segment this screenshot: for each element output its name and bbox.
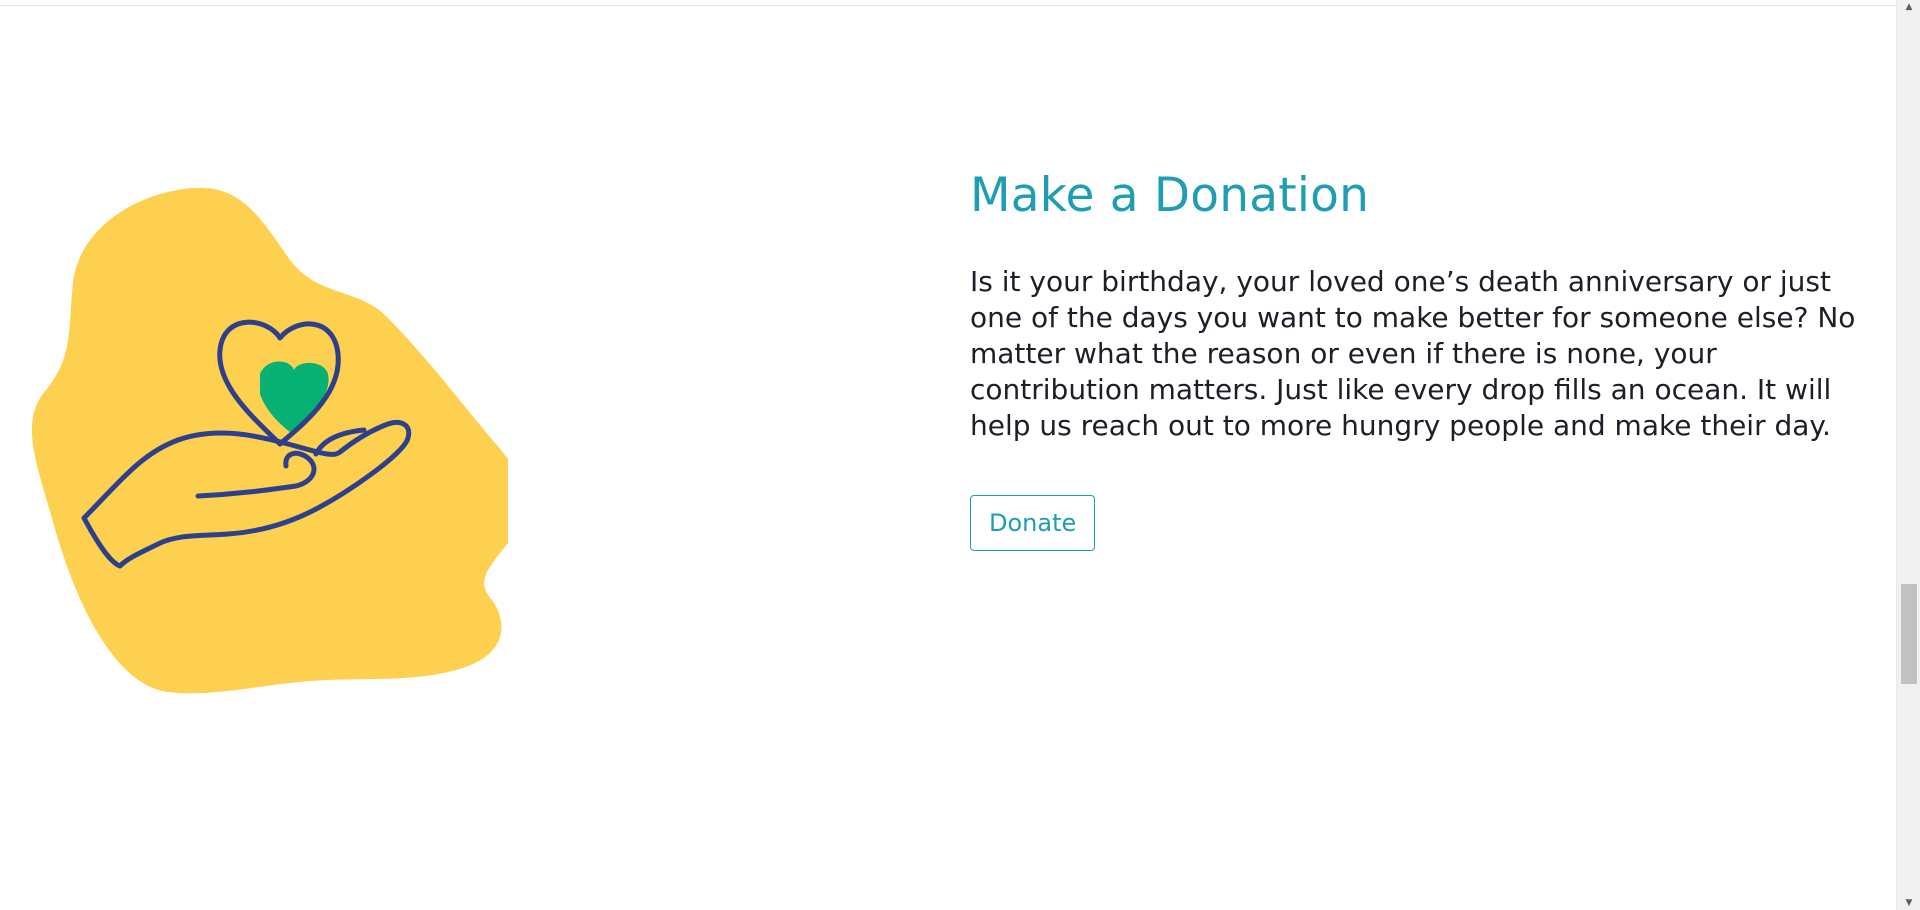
donation-section: Make a Donation Is it your birthday, you…	[970, 168, 1860, 552]
donate-button[interactable]: Donate	[970, 495, 1096, 552]
page: Make a Donation Is it your birthday, you…	[0, 0, 1920, 910]
top-divider	[0, 0, 1896, 6]
vertical-scrollbar[interactable]: ▲ ▼	[1896, 0, 1920, 910]
hand-holding-heart-icon	[31, 187, 525, 694]
scroll-up-icon[interactable]: ▲	[1902, 2, 1916, 12]
section-description: Is it your birthday, your loved one’s de…	[970, 265, 1856, 443]
scrollbar-thumb[interactable]	[1901, 584, 1917, 684]
scroll-down-icon[interactable]: ▼	[1902, 898, 1916, 908]
donation-illustration	[28, 182, 525, 696]
section-title: Make a Donation	[970, 168, 1370, 223]
